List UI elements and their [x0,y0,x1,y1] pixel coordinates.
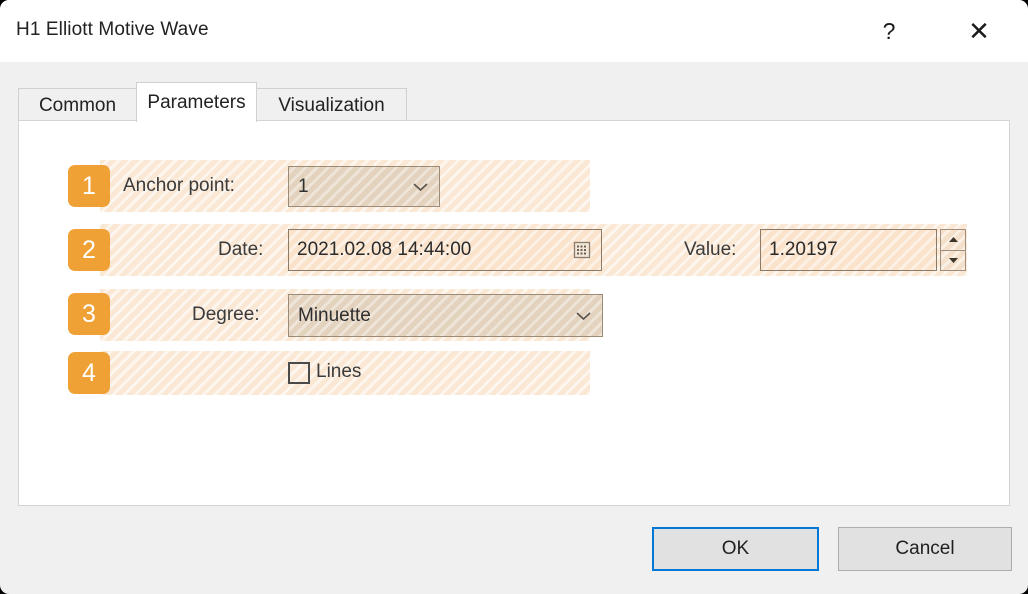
step-badge-4: 4 [68,352,110,394]
close-icon: ✕ [968,16,990,46]
anchor-point-label: Anchor point: [123,175,235,196]
degree-value: Minuette [298,304,371,326]
spinner-up-button[interactable] [940,229,966,251]
triangle-up-icon [948,237,958,243]
dialog-window: H1 Elliott Motive Wave ? ✕ Common Parame… [0,0,1028,594]
tab-common-label: Common [38,94,117,116]
lines-checkbox[interactable] [288,362,310,384]
question-mark-icon: ? [882,17,896,44]
degree-combobox[interactable]: Minuette [288,294,603,337]
cancel-button[interactable]: Cancel [838,527,1012,571]
step-badge-4-number: 4 [82,358,96,387]
anchor-point-value: 1 [298,175,309,197]
calendar-icon[interactable] [573,240,593,260]
tab-strip: Common Parameters Visualization [18,82,1010,122]
window-title: H1 Elliott Motive Wave [16,19,209,40]
step-badge-3-number: 3 [82,299,96,328]
title-bar: H1 Elliott Motive Wave ? ✕ [0,0,1028,62]
value-input[interactable]: 1.20197 [760,229,937,271]
tab-visualization-label: Visualization [278,94,385,116]
date-label: Date: [218,239,264,260]
step-badge-2-number: 2 [82,235,96,264]
ok-button[interactable]: OK [652,527,819,571]
tab-parameters[interactable]: Parameters [136,82,257,122]
chevron-down-icon [413,182,428,191]
step-badge-1: 1 [68,165,110,207]
help-button[interactable]: ? [865,8,913,54]
step-badge-1-number: 1 [82,171,96,200]
tab-parameters-label: Parameters [147,91,246,113]
ok-button-label: OK [721,538,750,559]
chevron-down-icon [576,311,591,320]
degree-label: Degree: [192,304,260,325]
anchor-point-combobox[interactable]: 1 [288,166,440,207]
value-field-value: 1.20197 [769,239,838,260]
step-badge-3: 3 [68,293,110,335]
close-button[interactable]: ✕ [955,8,1003,54]
value-spinner [940,229,966,271]
step-badge-2: 2 [68,229,110,271]
triangle-down-icon [948,257,958,263]
tab-visualization[interactable]: Visualization [256,88,407,122]
spinner-down-button[interactable] [940,250,966,271]
tab-common[interactable]: Common [18,88,137,122]
date-input[interactable]: 2021.02.08 14:44:00 [288,229,602,271]
value-label: Value: [684,239,737,260]
cancel-button-label: Cancel [895,538,955,559]
date-value: 2021.02.08 14:44:00 [297,239,472,260]
lines-checkbox-label: Lines [316,361,362,382]
